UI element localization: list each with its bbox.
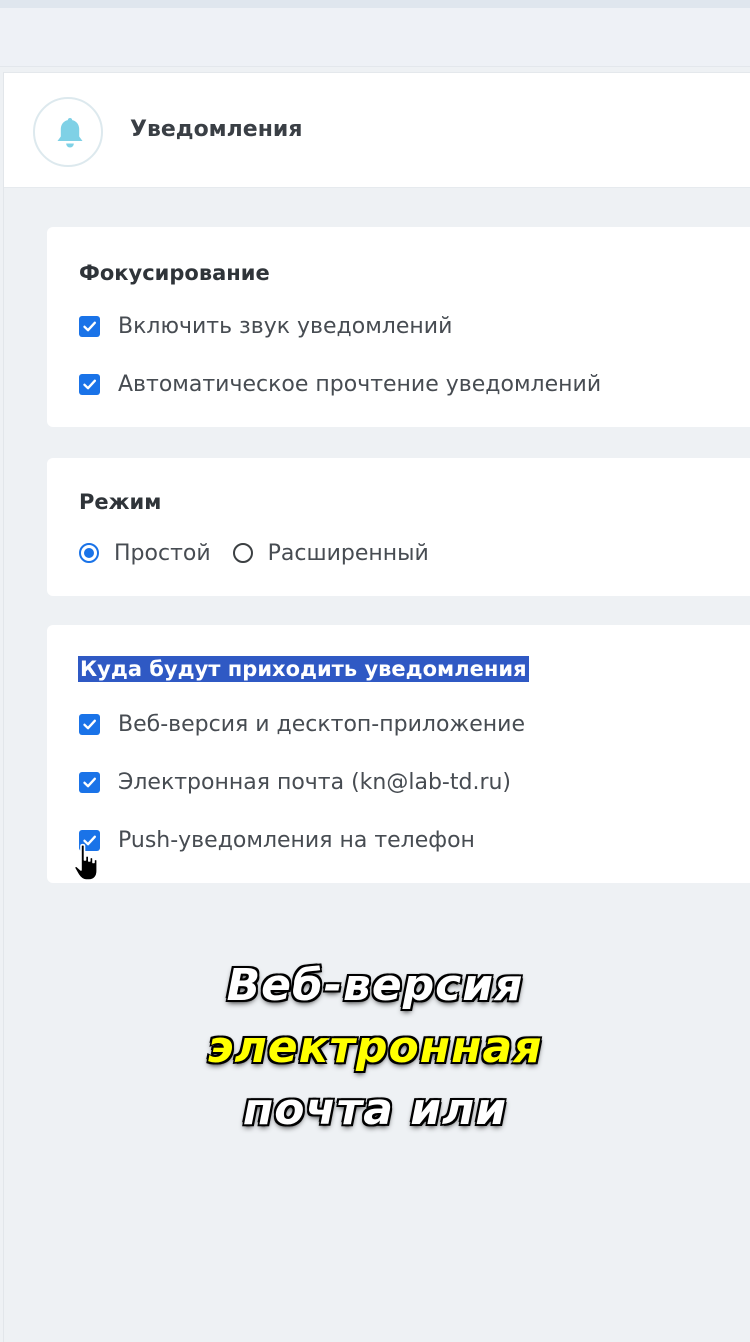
option-email-row[interactable]: Электронная почта (kn@lab-td.ru) bbox=[79, 769, 511, 795]
check-icon bbox=[83, 321, 96, 331]
mode-card: Режим Простой Расширенный bbox=[47, 458, 750, 596]
caption-line-1: Веб-версия bbox=[226, 960, 524, 1011]
autoread-checkbox[interactable] bbox=[79, 373, 100, 395]
radio-advanced[interactable] bbox=[232, 543, 253, 563]
mode-section-title: Режим bbox=[79, 490, 162, 514]
caption-line-3: почта или bbox=[242, 1084, 508, 1135]
hand-cursor-icon bbox=[73, 843, 98, 881]
radio-simple-label[interactable]: Простой bbox=[114, 541, 211, 566]
autoread-label: Автоматическое прочтение уведомлений bbox=[118, 371, 602, 397]
bell-icon bbox=[57, 118, 83, 148]
caption-line-2: электронная bbox=[207, 1022, 543, 1073]
mode-radio-group: Простой Расширенный bbox=[79, 540, 429, 566]
radio-advanced-label[interactable]: Расширенный bbox=[268, 541, 429, 566]
sound-checkbox[interactable] bbox=[79, 315, 100, 337]
radio-simple[interactable] bbox=[79, 543, 99, 563]
option-web-row[interactable]: Веб-версия и десктоп-приложение bbox=[79, 711, 525, 737]
email-label: Электронная почта (kn@lab-td.ru) bbox=[118, 769, 512, 795]
check-icon bbox=[83, 379, 96, 389]
email-checkbox[interactable] bbox=[79, 771, 100, 793]
web-label: Веб-версия и десктоп-приложение bbox=[118, 711, 525, 737]
focus-card: Фокусирование Включить звук уведомлений … bbox=[47, 227, 750, 427]
web-checkbox[interactable] bbox=[79, 713, 100, 735]
option-autoread-row[interactable]: Автоматическое прочтение уведомлений bbox=[79, 371, 601, 397]
delivery-section-title: Куда будут приходить уведомления bbox=[78, 656, 529, 682]
option-sound-row[interactable]: Включить звук уведомлений bbox=[79, 313, 452, 339]
delivery-card: Куда будут приходить уведомления Веб-вер… bbox=[47, 625, 750, 883]
option-push-row[interactable]: Push-уведомления на телефон bbox=[79, 827, 475, 853]
page-header: Уведомления bbox=[4, 72, 750, 188]
page-title: Уведомления bbox=[130, 117, 303, 142]
focus-section-title: Фокусирование bbox=[79, 261, 270, 285]
video-caption: Веб-версия электронная почта или bbox=[0, 955, 750, 1141]
browser-top-bar bbox=[0, 8, 750, 67]
settings-panel: Уведомления Фокусирование Включить звук … bbox=[3, 72, 750, 1342]
sound-label: Включить звук уведомлений bbox=[118, 313, 453, 339]
push-label: Push-уведомления на телефон bbox=[118, 827, 475, 853]
check-icon bbox=[83, 719, 96, 729]
bell-icon-badge bbox=[33, 97, 103, 167]
top-strip bbox=[0, 0, 750, 8]
check-icon bbox=[83, 777, 96, 787]
